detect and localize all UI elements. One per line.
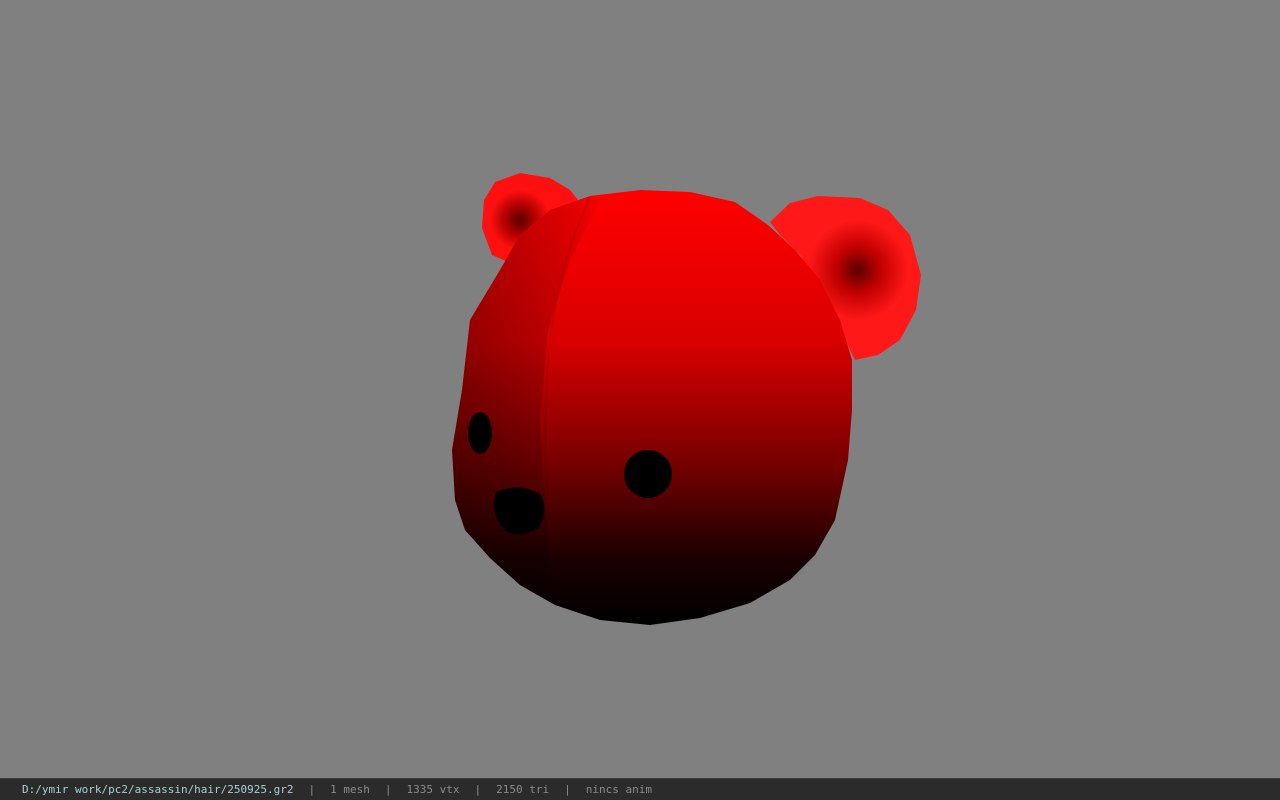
left-eye [468,412,492,454]
mesh-count: 1 mesh [330,783,370,796]
model-render [452,173,921,625]
status-separator: | [384,783,392,796]
triangle-count: 2150 tri [496,783,550,796]
bear-head [452,190,852,625]
status-separator: | [564,783,571,796]
vertex-count: 1335 vtx [406,783,460,796]
animation-status: nincs anim [585,783,652,796]
status-bar: D:/ymir work/pc2/assassin/hair/250925.gr… [0,778,1280,800]
right-eye [624,450,672,498]
file-path: D:/ymir work/pc2/assassin/hair/250925.gr… [22,783,294,796]
status-separator: | [474,783,482,796]
status-separator: | [308,783,316,796]
3d-viewport[interactable] [0,0,1280,778]
